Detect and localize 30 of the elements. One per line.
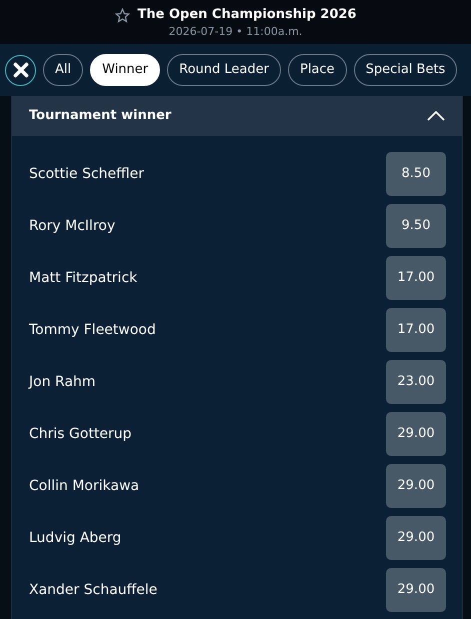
player-name: Xander Schauffele (29, 580, 158, 600)
player-name: Chris Gotterup (29, 424, 132, 444)
odds-button[interactable]: 29.00 (386, 464, 446, 508)
filter-tab[interactable]: Winner (90, 54, 160, 86)
odds-button[interactable]: 17.00 (386, 308, 446, 352)
filter-tab[interactable]: Special Bets (354, 54, 458, 86)
player-name: Collin Morikawa (29, 476, 140, 496)
close-button[interactable] (5, 54, 36, 86)
odds-button[interactable]: 29.00 (386, 412, 446, 456)
star-icon[interactable] (114, 8, 130, 23)
market-title: Tournament winner (29, 107, 172, 126)
odds-button[interactable]: 29.00 (386, 516, 446, 560)
odds-button[interactable]: 23.00 (386, 360, 446, 404)
odds-button[interactable]: 17.00 (386, 256, 446, 300)
odds-button[interactable]: 8.50 (386, 152, 446, 196)
player-name: Ludvig Aberg (29, 528, 122, 548)
player-name: Tommy Fleetwood (29, 320, 156, 340)
filter-tab[interactable]: Round Leader (167, 54, 281, 86)
player-name: Rory McIlroy (29, 216, 116, 236)
odds-button[interactable]: 29.00 (386, 568, 446, 612)
market-header[interactable]: Tournament winner (12, 96, 462, 136)
filter-tab[interactable]: All (43, 54, 84, 86)
filter-tab[interactable]: Place (288, 54, 347, 86)
event-datetime: 2026-07-19 • 11:00a.m. (168, 24, 302, 39)
event-title: The Open Championship 2026 (138, 6, 356, 24)
odds-button[interactable]: 9.50 (386, 204, 446, 248)
chevron-icon[interactable] (427, 111, 445, 121)
player-name: Matt Fitzpatrick (29, 268, 138, 288)
player-name: Jon Rahm (29, 372, 96, 392)
player-name: Scottie Scheffler (29, 164, 144, 184)
